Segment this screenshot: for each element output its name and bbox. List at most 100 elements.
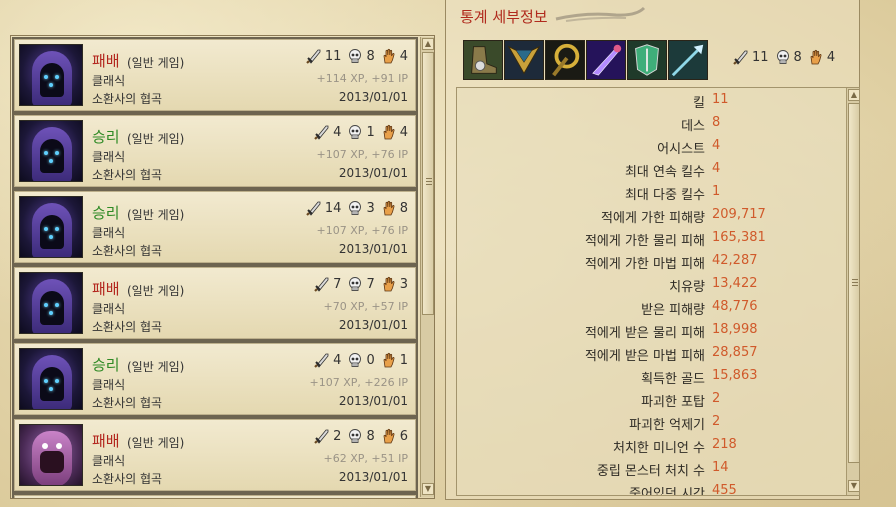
stat-row: 중립 몬스터 처치 수 14	[457, 457, 847, 480]
match-kda: 11 8 4	[306, 48, 408, 64]
stat-label: 최대 연속 킬수	[624, 165, 705, 180]
hand-icon	[808, 49, 824, 65]
skull-icon	[775, 49, 791, 65]
match-map: 소환사의 협곡	[92, 320, 163, 334]
assists-count: 4	[826, 49, 836, 65]
stat-value: 18,998	[712, 322, 758, 337]
stat-value: 15,863	[712, 368, 758, 383]
stat-value: 209,717	[712, 207, 766, 222]
scrollbar-thumb[interactable]	[422, 52, 434, 315]
stat-value: 218	[712, 437, 737, 452]
match-list: 패배 (일반 게임) 클래식 소환사의 협곡 11 8 4 +114 XP, +…	[12, 37, 418, 498]
item-build-bar: 11 8 4	[463, 37, 855, 83]
stats-panel-title: 통계 세부정보	[460, 8, 548, 26]
match-card[interactable]: 패배 (일반 게임) 클래식 소환사의 협곡 11 8 4 +114 XP, +…	[12, 37, 418, 113]
stat-row: 어시스트 4	[457, 135, 847, 158]
match-map: 소환사의 협곡	[92, 396, 163, 410]
match-rewards: +107 XP, +226 IP	[309, 376, 408, 389]
match-card[interactable]: 패배 (일반 게임) 클래식 소환사의 협곡 2 8 6 +62 XP, +51…	[12, 417, 418, 493]
hand-icon	[381, 124, 397, 140]
match-list-scrollbar[interactable]: ▲ ▼	[420, 37, 434, 497]
stat-row: 적에게 가한 물리 피해 165,381	[457, 227, 847, 250]
crossed-sword-icon	[306, 48, 322, 64]
match-rewards: +62 XP, +51 IP	[323, 452, 408, 465]
match-mode: 클래식	[92, 226, 126, 240]
stat-row: 적에게 받은 물리 피해 18,998	[457, 319, 847, 342]
hand-icon	[381, 428, 397, 444]
winged-helm-icon[interactable]	[504, 40, 544, 80]
crossed-sword-icon	[314, 124, 330, 140]
deaths-count: 1	[366, 124, 375, 140]
stat-label: 받은 피해량	[641, 303, 705, 318]
crossed-sword-icon	[306, 200, 322, 216]
kills-count: 2	[333, 428, 342, 444]
deaths-count: 3	[366, 200, 375, 216]
match-kda: 2 8 6	[314, 428, 408, 444]
match-date: 2013/01/01	[338, 470, 408, 484]
stat-value: 28,857	[712, 345, 758, 360]
deaths-count: 7	[366, 276, 375, 292]
stat-value: 14	[712, 460, 729, 475]
champion-portrait	[19, 424, 83, 486]
match-mode: 클래식	[92, 74, 126, 88]
match-result: 승리	[92, 128, 120, 146]
violet-sword-icon[interactable]	[586, 40, 626, 80]
deaths-count: 8	[793, 49, 802, 65]
scroll-up-arrow-icon[interactable]: ▲	[422, 38, 434, 50]
stats-scrollbar[interactable]: ▲ ▼	[846, 88, 859, 495]
stat-row: 최대 연속 킬수 4	[457, 158, 847, 181]
match-result: 승리	[92, 356, 120, 374]
stat-value: 13,422	[712, 276, 758, 291]
green-armor-icon[interactable]	[627, 40, 667, 80]
stat-label: 파괴한 억제기	[629, 418, 705, 433]
stat-value: 4	[712, 161, 721, 176]
stat-label: 적에게 가한 피해량	[601, 211, 705, 226]
scroll-up-arrow-icon[interactable]: ▲	[848, 89, 859, 101]
kills-count: 14	[324, 200, 342, 216]
match-date: 2013/01/01	[338, 394, 408, 408]
skull-icon	[347, 124, 363, 140]
match-kda: 4 1 4	[314, 124, 408, 140]
scroll-down-arrow-icon[interactable]: ▼	[848, 480, 859, 492]
champion-portrait	[19, 272, 83, 334]
stat-row: 최대 다중 킬수 1	[457, 181, 847, 204]
stat-label: 획득한 골드	[641, 372, 705, 387]
golden-hammer-icon[interactable]	[545, 40, 585, 80]
match-date: 2013/01/01	[338, 166, 408, 180]
stat-label: 최대 다중 킬수	[624, 188, 705, 203]
stat-label: 어시스트	[657, 142, 705, 157]
boots-icon[interactable]	[463, 40, 503, 80]
match-rewards: +107 XP, +76 IP	[316, 224, 408, 237]
scroll-down-arrow-icon[interactable]: ▼	[422, 483, 434, 495]
assists-count: 6	[399, 428, 408, 444]
match-card[interactable]: 패배 (일반 게임) 클래식 소환사의 협곡 7 7 3 +70 XP, +57…	[12, 265, 418, 341]
stat-label: 파괴한 포탑	[641, 395, 705, 410]
match-card[interactable]: 승리 (일반 게임) 클래식 소환사의 협곡 14 3 8 +107 XP, +…	[12, 189, 418, 265]
stat-row: 죽어있던 시간 455	[457, 480, 847, 496]
match-result: 패배	[92, 432, 120, 450]
match-card[interactable]: 승리 (일반 게임) 클래식 소환사의 협곡 4 0 1 +107 XP, +2…	[12, 341, 418, 417]
stat-label: 처치한 미니언 수	[613, 441, 705, 456]
stat-value: 455	[712, 483, 737, 496]
match-card-partial[interactable]	[12, 493, 418, 498]
crossed-sword-icon	[314, 276, 330, 292]
match-mode: 클래식	[92, 454, 126, 468]
match-map: 소환사의 협곡	[92, 244, 163, 258]
spear-icon[interactable]	[668, 40, 708, 80]
stat-label: 죽어있던 시간	[629, 487, 705, 496]
deaths-count: 8	[366, 48, 375, 64]
match-history-list: 패배 (일반 게임) 클래식 소환사의 협곡 11 8 4 +114 XP, +…	[10, 35, 435, 499]
kills-count: 7	[333, 276, 342, 292]
hand-icon	[381, 48, 397, 64]
hand-icon	[381, 276, 397, 292]
scrollbar-thumb[interactable]	[848, 103, 859, 463]
stat-value: 1	[712, 184, 721, 199]
crossed-sword-icon	[733, 49, 749, 65]
match-card[interactable]: 승리 (일반 게임) 클래식 소환사의 협곡 4 1 4 +107 XP, +7…	[12, 113, 418, 189]
crossed-sword-icon	[314, 428, 330, 444]
stat-row: 적에게 받은 마법 피해 28,857	[457, 342, 847, 365]
stat-value: 11	[712, 92, 729, 107]
match-rewards: +114 XP, +91 IP	[316, 72, 408, 85]
match-type: (일반 게임)	[127, 208, 185, 222]
stat-value: 8	[712, 115, 721, 130]
